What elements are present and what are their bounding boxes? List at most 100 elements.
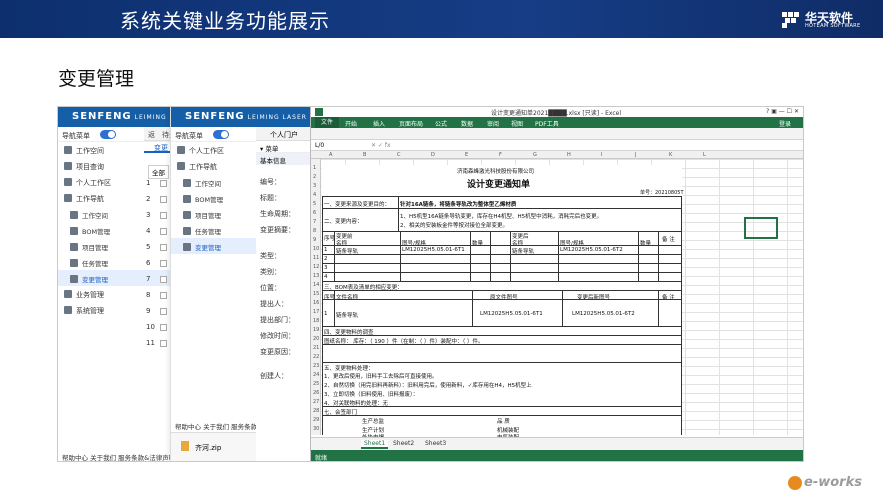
- form-field-label: 类别：: [260, 268, 281, 276]
- filter-all[interactable]: 全部: [148, 165, 169, 179]
- doc-sign: 生产总监: [362, 419, 385, 425]
- menu-icon: [64, 162, 72, 170]
- column-header: F: [499, 152, 502, 158]
- row-number: 15: [313, 291, 320, 297]
- row-checkbox[interactable]: [160, 308, 167, 315]
- download-filename[interactable]: 齐河.zip: [195, 443, 221, 453]
- row-checkbox[interactable]: [160, 228, 167, 235]
- name-box[interactable]: L/0: [315, 142, 324, 149]
- doc-row-seq: 1: [324, 311, 328, 317]
- column-header: C: [397, 152, 401, 158]
- row-number: 20: [313, 336, 320, 342]
- row-number: 25: [313, 381, 320, 387]
- table-rule: [322, 299, 682, 300]
- table-rule: [322, 335, 682, 336]
- row-number: 23: [313, 363, 320, 369]
- slide-title: 系统关键业务功能展示: [120, 9, 330, 33]
- row-number: 5: [146, 243, 151, 251]
- menu-icon: [64, 194, 72, 202]
- row-number: 24: [313, 372, 320, 378]
- doc-number: 单号：20210805T: [640, 190, 684, 196]
- menu-icon: [70, 275, 78, 283]
- menu-item-label: 任务管理: [82, 260, 108, 268]
- change-notice-document: 1 2 3 4 5 6 7 8 9 10 11 12 13 14 15 16 17 18 19 20 21 22 23 24 2…: [313, 165, 684, 441]
- row-number: 28: [313, 408, 320, 414]
- ribbon-tab[interactable]: 审阅: [487, 119, 499, 128]
- row-checkbox[interactable]: [160, 196, 167, 203]
- selected-cell[interactable]: [744, 217, 778, 239]
- login-link[interactable]: 登录: [779, 119, 791, 128]
- doc-row-seq: 1: [324, 247, 328, 253]
- row-number: 1: [146, 179, 151, 187]
- sheet-tab[interactable]: Sheet2: [393, 440, 414, 447]
- row-number: 29: [313, 417, 320, 423]
- menu-item-label: 项目管理: [82, 244, 108, 252]
- row-number: 26: [313, 390, 320, 396]
- row-checkbox[interactable]: [160, 292, 167, 299]
- row-checkbox[interactable]: [160, 324, 167, 331]
- tab-personal-portal[interactable]: 个人门户: [256, 127, 310, 141]
- row-checkbox[interactable]: [160, 340, 167, 347]
- doc-row-name: 链条导轨: [336, 313, 359, 319]
- row-checkbox[interactable]: [160, 212, 167, 219]
- row-number: 7: [313, 219, 317, 225]
- table-rule: [322, 245, 682, 246]
- ribbon-tab[interactable]: 文件: [315, 117, 340, 128]
- doc-company: 济南森峰激光科技股份有限公司: [457, 169, 535, 175]
- menu-toggle[interactable]: [213, 130, 229, 139]
- doc-content-1: 1、H5机型16A链条导轨变更，库存在H4机型、H5机型中消耗，消耗完后也变更。: [400, 214, 603, 220]
- table-rule: [398, 196, 399, 231]
- doc-opt2: 2、自然切换（用完旧料再新料）：旧料用完后，使用新料，✓库存用在H4，H5机型上: [324, 383, 532, 389]
- sheet-tabs: Sheet1 Sheet2 Sheet3: [311, 437, 803, 450]
- menu-item-label: 项目查询: [76, 163, 104, 171]
- status-bar: 就绪: [311, 450, 803, 461]
- footer-links[interactable]: 帮助中心 关于我们 服务条款&法律声明: [62, 452, 175, 461]
- row-number: 19: [313, 327, 320, 333]
- row-number: 22: [313, 354, 320, 360]
- row-number: 3: [146, 211, 151, 219]
- ribbon-tab[interactable]: 开始: [345, 119, 357, 128]
- column-header: B: [363, 152, 367, 158]
- ribbon-tab[interactable]: 插入: [373, 119, 385, 128]
- excel-title-bar: 设计变更通知单2021████.xlsx [只读] - Excel ? ▣ — …: [311, 107, 803, 117]
- form-field-label: 提出部门：: [260, 316, 295, 324]
- row-checkbox[interactable]: [160, 180, 167, 187]
- menu-item-label: 工作空间: [82, 212, 108, 220]
- row-number: 21: [313, 345, 320, 351]
- tab-back[interactable]: 返: [148, 130, 155, 140]
- cube-logo-icon: [782, 12, 799, 28]
- sheet-tab[interactable]: Sheet1: [361, 440, 389, 449]
- brand-en: HOTEAM SOFTWARE: [805, 23, 861, 29]
- screenshot-frame: SENFENGLEIMING LASER 导航菜单 工作空间项目查询个人工作区v…: [57, 106, 804, 462]
- window-controls[interactable]: ? ▣ — ☐ ✕: [766, 108, 799, 115]
- menu-icon: [70, 259, 78, 267]
- row-checkbox[interactable]: [160, 260, 167, 267]
- table-rule: [322, 406, 682, 407]
- doc-row-orig: LM12025H5.05.01-6T1: [480, 311, 543, 317]
- form-tabs[interactable]: 基本信息: [256, 153, 310, 165]
- row-checkbox[interactable]: [160, 276, 167, 283]
- menu-icon: [64, 178, 72, 186]
- ribbon-tab[interactable]: 公式: [435, 119, 447, 128]
- table-rule: [322, 254, 682, 255]
- menu-icon: [183, 195, 191, 203]
- ribbon-tab[interactable]: 视图: [511, 119, 523, 128]
- menu-icon: [183, 211, 191, 219]
- ribbon-tab[interactable]: 数据: [461, 119, 473, 128]
- row-number: 14: [313, 282, 320, 288]
- ribbon-tab[interactable]: PDF工具: [535, 119, 559, 128]
- toolbar-menu[interactable]: ▾ 菜单: [256, 141, 310, 153]
- menu-item-label: 工作导航: [189, 163, 217, 171]
- sheet-tab[interactable]: Sheet3: [425, 440, 446, 447]
- menu-item-label: 工作导航: [76, 195, 104, 203]
- menu-item-label: 变更管理: [82, 276, 108, 284]
- table-rule: [322, 326, 682, 327]
- ribbon-tab[interactable]: 页面布局: [399, 119, 423, 128]
- table-rule: [558, 231, 559, 282]
- fx-icon[interactable]: ✕ ✓ fx: [371, 142, 391, 149]
- menu-toggle[interactable]: [100, 130, 116, 139]
- row-checkbox[interactable]: [160, 244, 167, 251]
- row-number: 18: [313, 318, 320, 324]
- table-rule: [638, 231, 639, 282]
- doc-row-code: LM12025H5.05.01-6T2: [560, 247, 623, 253]
